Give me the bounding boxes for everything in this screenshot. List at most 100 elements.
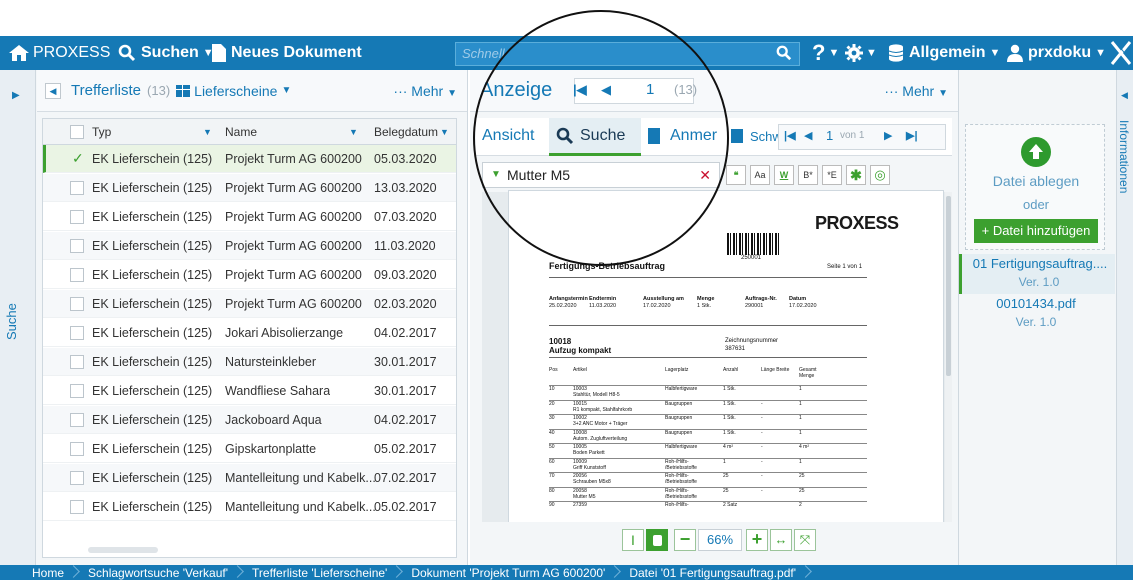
tab-view[interactable]: Ansicht — [482, 127, 534, 145]
table-row[interactable]: ✓ EK Lieferschein (125) Projekt Turm AG 60… — [43, 145, 456, 173]
row-checkbox[interactable] — [70, 471, 84, 485]
quick-search-icon[interactable] — [776, 36, 792, 70]
table-row[interactable]: EK Lieferschein (125) Projekt Turm AG 600… — [43, 290, 456, 318]
breadcrumb-item[interactable]: Schlagwortsuche 'Verkauf' — [76, 566, 240, 580]
user-menu-button[interactable]: prxdoku ▼ — [1007, 36, 1106, 70]
wildcard-icon[interactable]: ✱ — [846, 165, 866, 185]
viewer-more-button[interactable]: ··· Mehr ▼ — [884, 83, 948, 99]
table-cell-ges: 25 — [799, 487, 805, 494]
brand-label[interactable]: PROXESS — [33, 36, 110, 70]
add-file-button[interactable]: + Datei hinzufügen — [974, 219, 1098, 243]
header-label: Anfangstermin — [549, 296, 588, 302]
last-page-icon[interactable]: ▶| — [906, 129, 918, 142]
breadcrumb-item[interactable]: Home — [0, 566, 76, 580]
table-row[interactable]: EK Lieferschein (125) Wandfliese Sahara 30… — [43, 377, 456, 405]
previous-page-icon[interactable]: ◀ — [804, 129, 812, 142]
text-select-icon[interactable]: I — [622, 529, 644, 551]
page-current[interactable]: 1 — [826, 128, 833, 143]
breadcrumb-item[interactable]: Datei '01 Fertigungsauftrag.pdf' — [617, 566, 808, 580]
row-checkbox[interactable] — [70, 181, 84, 195]
expand-right-icon[interactable]: ▶ — [12, 90, 20, 101]
table-row[interactable]: EK Lieferschein (125) Mantelleitung und K… — [43, 464, 456, 492]
table-row[interactable]: EK Lieferschein (125) Projekt Turm AG 600… — [43, 174, 456, 202]
row-checkbox-checked[interactable]: ✓ — [72, 151, 86, 166]
row-checkbox[interactable] — [70, 297, 84, 311]
horizontal-scrollbar[interactable] — [88, 547, 158, 553]
viewer-tab-bar: Ansicht Suche Anmer Schw |◀ ◀ 1 von 1 ▶ … — [476, 118, 952, 156]
tab-annotations[interactable]: Anmer — [670, 127, 717, 145]
row-checkbox[interactable] — [70, 413, 84, 427]
new-document-button[interactable]: Neues Dokument — [212, 36, 362, 70]
sort-icon[interactable]: ▼ — [349, 119, 358, 145]
table-row[interactable]: EK Lieferschein (125) Mantelleitung und K… — [43, 493, 456, 521]
search-history-chevron-icon[interactable]: ▼ — [491, 169, 501, 180]
column-header-date[interactable]: Belegdatum — [374, 119, 438, 145]
column-header-type[interactable]: Typ — [92, 119, 111, 145]
settings-gear-icon[interactable]: ▼ — [845, 36, 877, 70]
table-row[interactable]: EK Lieferschein (125) Jokari Abisolierzan… — [43, 319, 456, 347]
expand-left-icon[interactable]: ◀ — [1121, 90, 1128, 101]
previous-document-icon[interactable]: ◀ — [601, 82, 611, 98]
chevron-down-icon[interactable]: ▼ — [281, 85, 291, 96]
zoom-level[interactable]: 66% — [698, 529, 742, 551]
document-search-input[interactable]: ▼ Mutter M5 ✕ — [482, 162, 720, 188]
target-icon[interactable]: ◎ — [870, 165, 890, 185]
table-row[interactable]: EK Lieferschein (125) Projekt Turm AG 600… — [43, 232, 456, 260]
row-checkbox[interactable] — [70, 442, 84, 456]
table-cell-pos: 80 — [549, 487, 555, 494]
row-checkbox[interactable] — [70, 210, 84, 224]
row-checkbox[interactable] — [70, 384, 84, 398]
header-value: 11.03.2020 — [589, 303, 617, 309]
zoom-in-icon[interactable]: + — [746, 529, 768, 551]
quick-search-input[interactable]: Schnell — [455, 42, 800, 66]
table-row[interactable]: EK Lieferschein (125) Natursteinkleber 30.… — [43, 348, 456, 376]
information-sidebar[interactable]: ◀ Informationen — [1116, 70, 1133, 565]
more-menu-button[interactable]: ··· Mehr ▼ — [393, 83, 457, 99]
search-sidebar[interactable]: ▶ Suche — [0, 70, 36, 565]
fit-page-icon[interactable]: ⤧ — [794, 529, 816, 551]
table-row[interactable]: EK Lieferschein (125) Projekt Turm AG 600… — [43, 203, 456, 231]
document-index[interactable]: 1 — [646, 81, 654, 98]
hand-tool-icon[interactable] — [646, 529, 668, 551]
file-item[interactable]: 00101434.pdf Ver. 1.0 — [959, 294, 1115, 334]
home-icon[interactable] — [8, 36, 30, 70]
help-icon[interactable]: ? ▼ — [812, 36, 839, 70]
filter-icon[interactable]: ▼ — [440, 119, 449, 145]
archive-menu-button[interactable]: Allgemein ▼ — [888, 36, 1000, 70]
sort-icon[interactable]: ▼ — [203, 119, 212, 145]
table-cell-lager: Roh-/Hilfs- /Betriebsstoffe — [665, 487, 697, 500]
view-selector[interactable]: Lieferscheine — [194, 83, 277, 99]
first-page-icon[interactable]: |◀ — [784, 129, 796, 142]
file-drop-zone[interactable]: Datei ablegen oder + Datei hinzufügen — [965, 124, 1105, 250]
next-page-icon[interactable]: ▶ — [884, 129, 892, 142]
document-scrollbar-track[interactable] — [945, 192, 952, 522]
clear-search-icon[interactable]: ✕ — [699, 167, 711, 184]
table-row[interactable]: EK Lieferschein (125) Gipskartonplatte 05.… — [43, 435, 456, 463]
row-checkbox[interactable] — [70, 239, 84, 253]
row-checkbox[interactable] — [70, 268, 84, 282]
table-cell-description: Mutter M5 — [573, 493, 596, 500]
select-all-checkbox[interactable] — [70, 125, 84, 139]
breadcrumb-item[interactable]: Trefferliste 'Lieferscheine' — [240, 566, 399, 580]
match-case-button[interactable]: Aa — [750, 165, 770, 185]
ends-with-button[interactable]: *E — [822, 165, 842, 185]
collapse-left-icon[interactable]: ◀ — [45, 82, 61, 99]
column-header-name[interactable]: Name — [225, 119, 257, 145]
cell-type: EK Lieferschein (125) — [92, 297, 213, 311]
row-checkbox[interactable] — [70, 500, 84, 514]
breadcrumb-item[interactable]: Dokument 'Projekt Turm AG 600200' — [399, 566, 617, 580]
first-document-icon[interactable]: |◀ — [573, 82, 587, 98]
table-cell-lager: Baugruppen — [665, 429, 693, 436]
row-checkbox[interactable] — [70, 326, 84, 340]
whole-word-button[interactable]: W — [774, 165, 794, 185]
search-menu-button[interactable]: Suchen ▼ — [118, 36, 214, 70]
table-row[interactable]: EK Lieferschein (125) Jackoboard Aqua 04.0… — [43, 406, 456, 434]
fit-width-icon[interactable]: ↔ — [770, 529, 792, 551]
zoom-out-icon[interactable]: − — [674, 529, 696, 551]
document-scrollbar-thumb[interactable] — [946, 196, 951, 376]
table-row[interactable]: EK Lieferschein (125) Projekt Turm AG 600… — [43, 261, 456, 289]
file-item[interactable]: 01 Fertigungsauftrag.... Ver. 1.0 — [959, 254, 1115, 294]
row-checkbox[interactable] — [70, 355, 84, 369]
quote-match-icon[interactable]: ❝ — [726, 165, 746, 185]
starts-with-button[interactable]: B* — [798, 165, 818, 185]
